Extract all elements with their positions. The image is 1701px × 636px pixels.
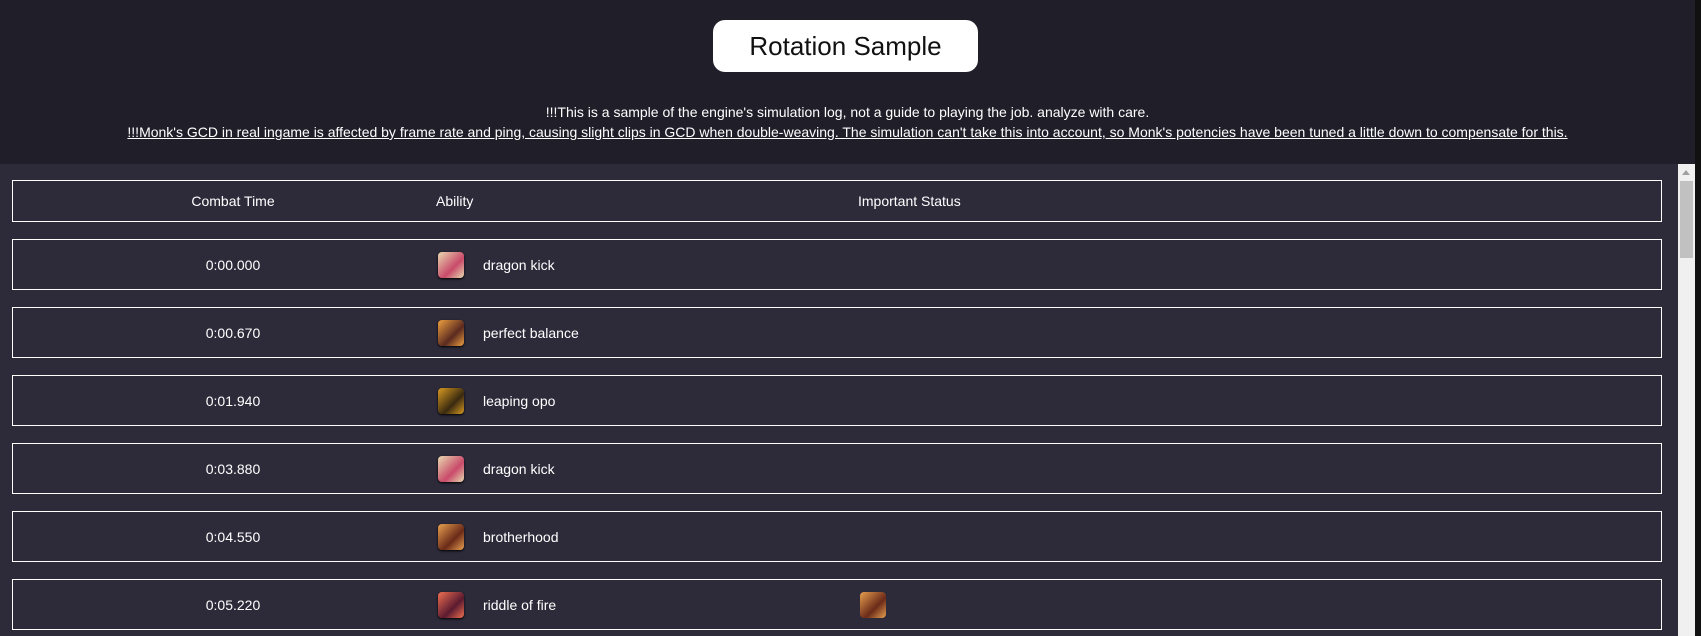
riddle-of-fire-icon <box>438 591 464 618</box>
ability-name: dragon kick <box>483 256 555 273</box>
ability-name: leaping opo <box>483 392 556 409</box>
scrollbar-thumb[interactable] <box>1680 181 1693 258</box>
ability-name: brotherhood <box>483 528 559 545</box>
dragon-kick-icon <box>438 251 464 278</box>
brotherhood-status-icon <box>860 591 886 618</box>
table-row: 0:05.220 riddle of fire <box>12 579 1662 630</box>
disclaimer-note: !!!This is a sample of the engine's simu… <box>545 104 1150 120</box>
leaping-opo-icon <box>438 387 464 414</box>
combat-time: 0:00.000 <box>205 256 261 273</box>
ability-name: riddle of fire <box>483 596 557 613</box>
ability-name: dragon kick <box>483 460 555 477</box>
combat-time: 0:03.880 <box>205 460 261 477</box>
perfect-balance-icon <box>438 319 464 346</box>
scrollbar[interactable] <box>1678 164 1695 636</box>
page: Rotation Sample !!!This is a sample of t… <box>0 0 1695 636</box>
rotation-log: Combat Time Ability Important Status 0:0… <box>0 164 1678 636</box>
dragon-kick-icon <box>438 455 464 482</box>
ability-name: perfect balance <box>483 324 579 341</box>
combat-time: 0:00.670 <box>205 324 261 341</box>
table-header: Combat Time Ability Important Status <box>12 180 1662 222</box>
table-row: 0:01.940 leaping opo <box>12 375 1662 426</box>
brotherhood-icon <box>438 523 464 550</box>
scroll-up-arrow-icon[interactable] <box>1682 170 1690 175</box>
table-row: 0:04.550 brotherhood <box>12 511 1662 562</box>
column-ability: Ability <box>436 193 474 209</box>
combat-time: 0:04.550 <box>205 528 261 545</box>
table-row: 0:03.880 dragon kick <box>12 443 1662 494</box>
combat-time: 0:01.940 <box>205 392 261 409</box>
page-header: Rotation Sample !!!This is a sample of t… <box>0 0 1695 164</box>
table-row: 0:00.670 perfect balance <box>12 307 1662 358</box>
column-combat-time: Combat Time <box>191 193 275 209</box>
page-title: Rotation Sample <box>713 20 978 72</box>
combat-time: 0:05.220 <box>205 596 261 613</box>
column-important-status: Important Status <box>858 193 961 209</box>
monk-gcd-note: !!!Monk's GCD in real ingame is affected… <box>127 124 1568 140</box>
table-row: 0:00.000 dragon kick <box>12 239 1662 290</box>
